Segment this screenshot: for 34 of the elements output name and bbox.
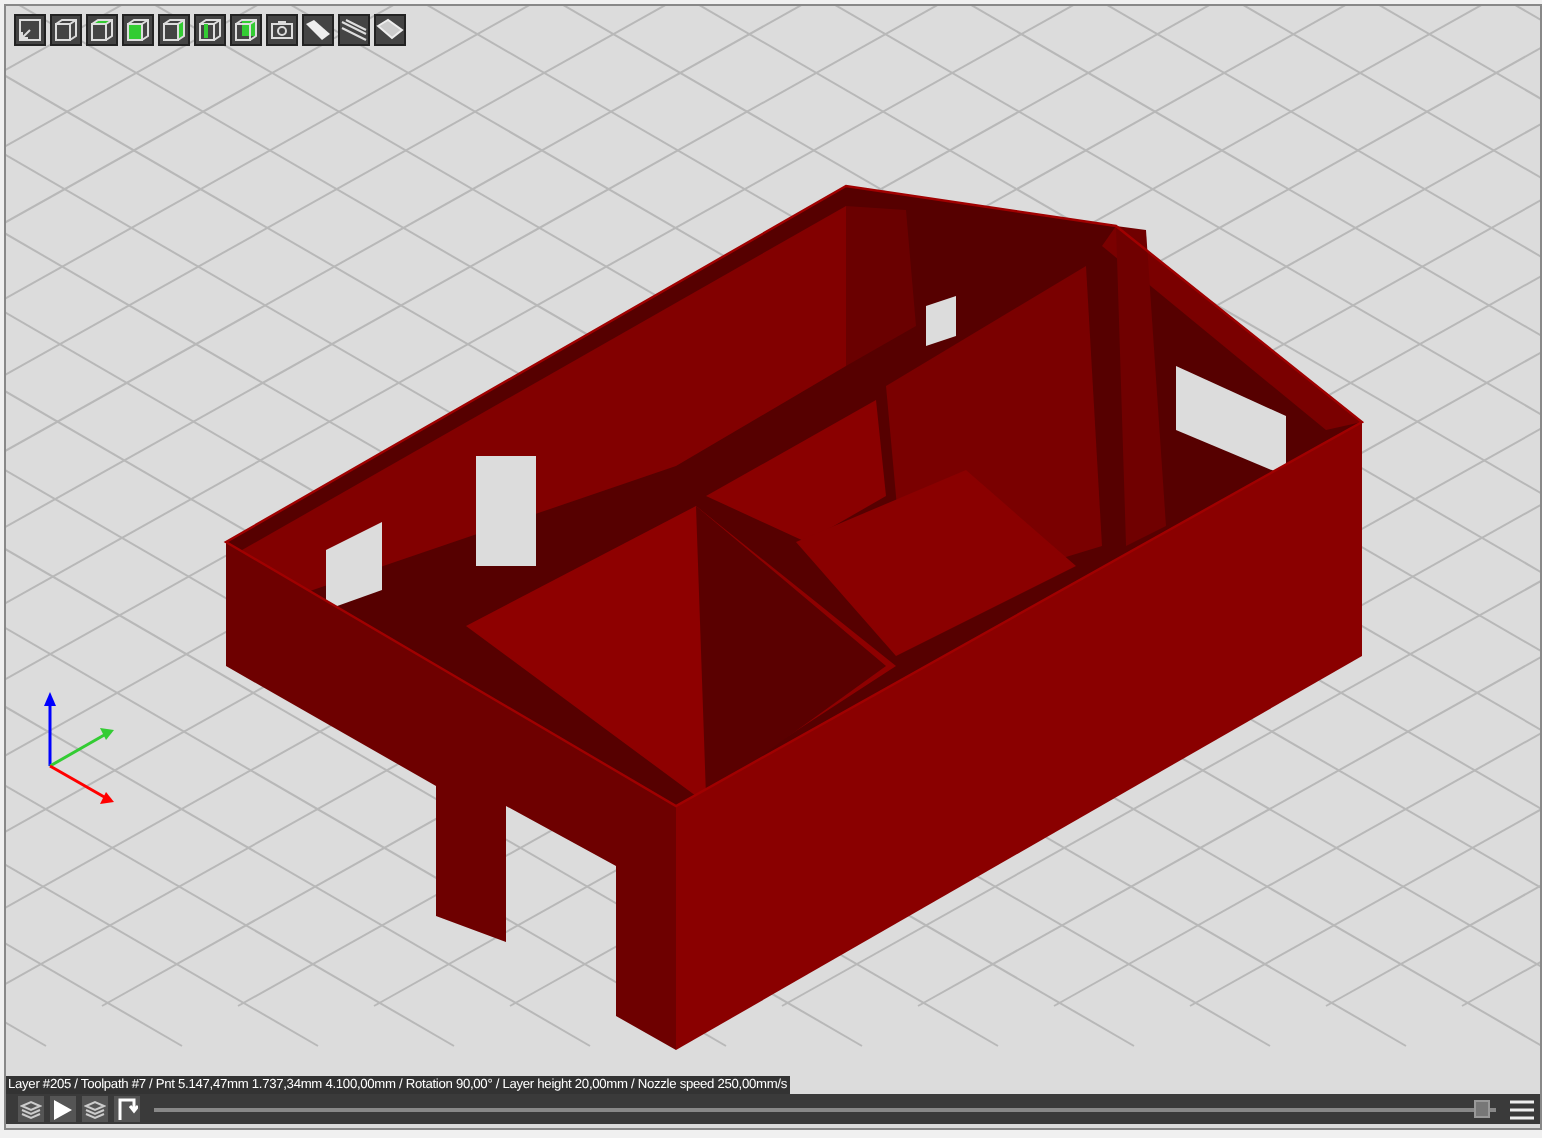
cube-icon [160,16,188,44]
front-view-button[interactable] [122,14,154,46]
slab-icon [304,16,332,44]
corner-arrow-icon [117,1098,137,1120]
layers-icon [84,1098,106,1120]
layers-icon [20,1098,42,1120]
fit-view-button[interactable] [14,14,46,46]
solid-render-button[interactable] [302,14,334,46]
play-button[interactable] [50,1096,76,1122]
top-view-button[interactable] [86,14,118,46]
cube-icon [124,16,152,44]
slab-icon [376,16,404,44]
cube-icon [196,16,224,44]
back-view-button[interactable] [230,14,262,46]
cube-icon [232,16,260,44]
layers-down-button[interactable] [18,1096,44,1122]
menu-button[interactable] [1510,1097,1534,1121]
axis-gizmo-icon [44,692,114,804]
right-view-button[interactable] [194,14,226,46]
screenshot-button[interactable] [266,14,298,46]
expand-icon [16,16,44,44]
wireframe-view-button[interactable] [50,14,82,46]
layers-up-button[interactable] [82,1096,108,1122]
camera-icon [268,16,296,44]
export-button[interactable] [114,1096,140,1122]
left-view-button[interactable] [158,14,190,46]
cube-icon [52,16,80,44]
stripes-icon [340,16,368,44]
cube-icon [88,16,116,44]
menu-icon [1510,1097,1534,1121]
slider-thumb[interactable] [1474,1099,1491,1117]
play-icon [54,1099,72,1119]
lines-render-button[interactable] [338,14,370,46]
shaded-render-button[interactable] [374,14,406,46]
